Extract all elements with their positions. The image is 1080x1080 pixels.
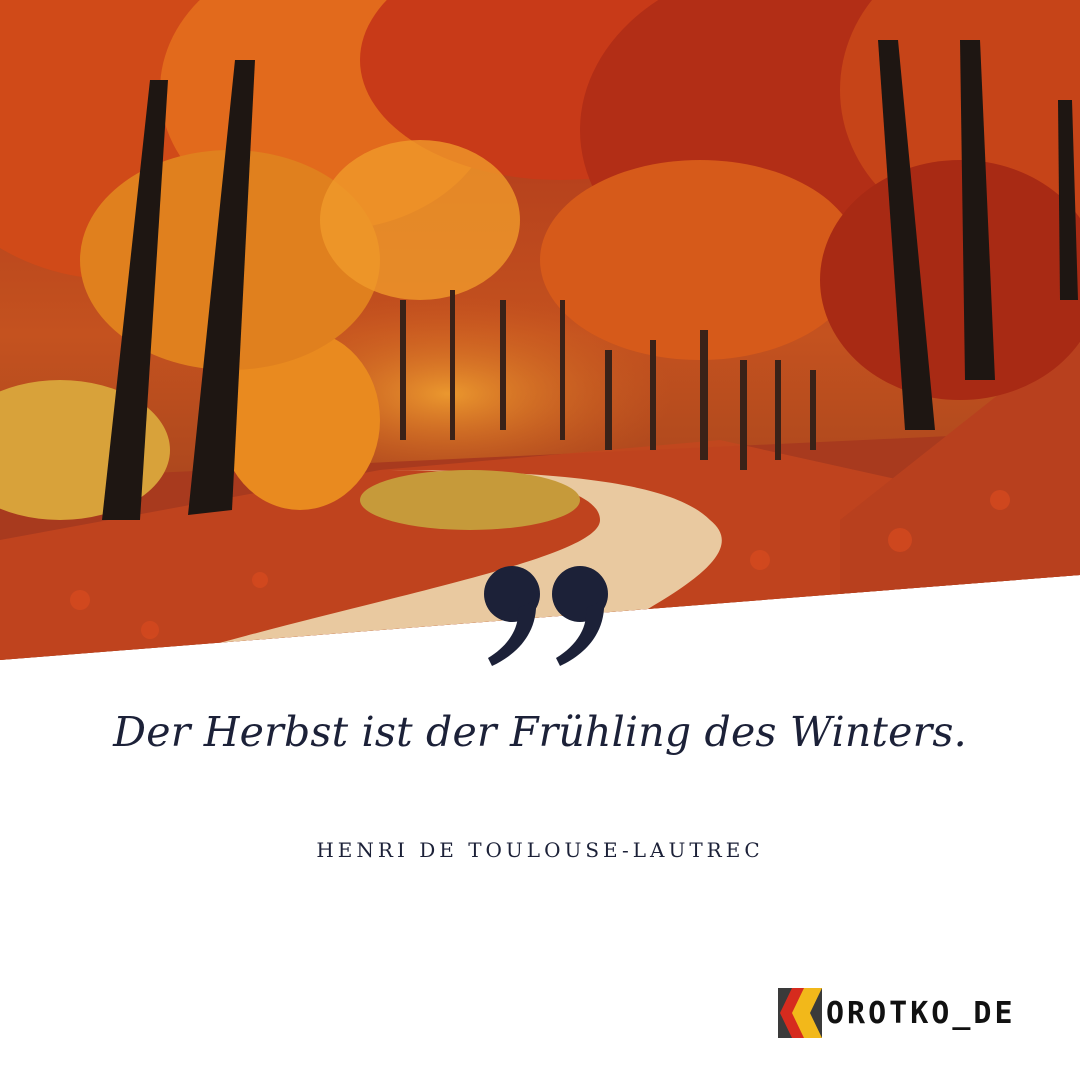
korotko-logo-icon	[778, 988, 822, 1038]
quote-text: Der Herbst ist der Frühling des Winters.	[113, 708, 967, 756]
quote-icon	[478, 562, 618, 672]
brand-name: OROTKO_DE	[826, 995, 1016, 1031]
quote-author: HENRI DE TOULOUSE-LAUTREC	[316, 838, 764, 862]
brand-logo-block: OROTKO_DE	[778, 988, 1016, 1038]
